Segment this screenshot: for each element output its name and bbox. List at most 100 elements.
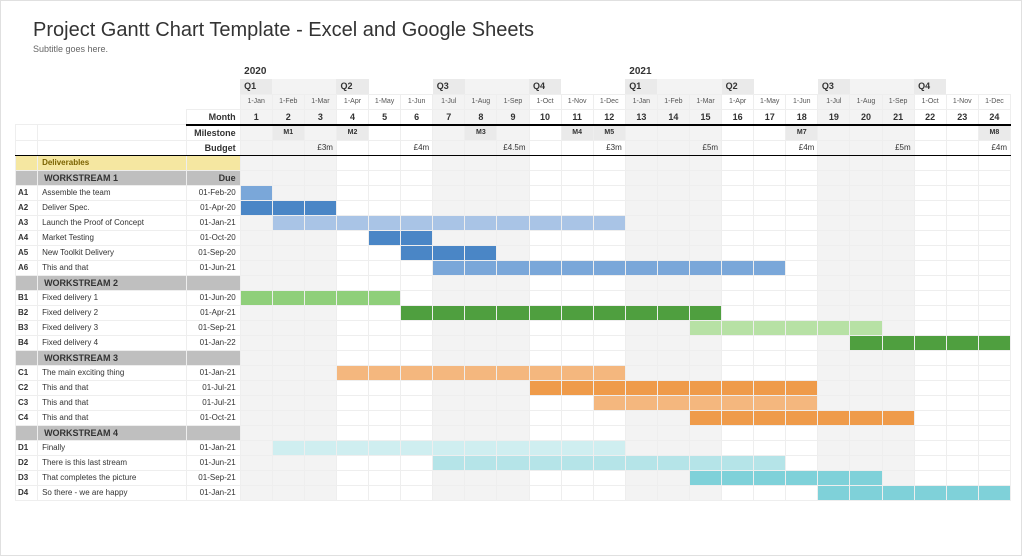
gantt-bar-A2[interactable] [272,200,304,215]
gantt-bar-C4[interactable] [786,410,818,425]
gantt-bar-A3[interactable] [401,215,433,230]
gantt-bar-B1[interactable] [336,290,368,305]
gantt-bar-C3[interactable] [689,395,721,410]
gantt-bar-B4[interactable] [850,335,882,350]
gantt-bar-A6[interactable] [657,260,689,275]
gantt-bar-A5[interactable] [401,245,433,260]
gantt-bar-C2[interactable] [657,380,689,395]
gantt-bar-D1[interactable] [497,440,529,455]
gantt-bar-C4[interactable] [722,410,754,425]
gantt-bar-B2[interactable] [465,305,497,320]
gantt-bar-A6[interactable] [561,260,593,275]
gantt-bar-A6[interactable] [593,260,625,275]
gantt-bar-D3[interactable] [786,470,818,485]
gantt-bar-B1[interactable] [240,290,272,305]
gantt-bar-C3[interactable] [657,395,689,410]
gantt-bar-C2[interactable] [786,380,818,395]
gantt-bar-A6[interactable] [625,260,657,275]
gantt-bar-C4[interactable] [689,410,721,425]
gantt-bar-A3[interactable] [369,215,401,230]
gantt-bar-C4[interactable] [818,410,850,425]
gantt-bar-D3[interactable] [818,470,850,485]
gantt-bar-C1[interactable] [336,365,368,380]
gantt-bar-D4[interactable] [914,485,946,500]
gantt-bar-D2[interactable] [722,455,754,470]
gantt-bar-C3[interactable] [754,395,786,410]
gantt-bar-D1[interactable] [561,440,593,455]
gantt-bar-B4[interactable] [914,335,946,350]
gantt-bar-C3[interactable] [593,395,625,410]
gantt-bar-D1[interactable] [433,440,465,455]
gantt-bar-B2[interactable] [401,305,433,320]
gantt-bar-A3[interactable] [529,215,561,230]
gantt-bar-D2[interactable] [593,455,625,470]
gantt-bar-D1[interactable] [465,440,497,455]
gantt-bar-C3[interactable] [786,395,818,410]
gantt-bar-D1[interactable] [593,440,625,455]
gantt-bar-D4[interactable] [946,485,978,500]
gantt-bar-D2[interactable] [657,455,689,470]
gantt-bar-A3[interactable] [593,215,625,230]
gantt-bar-C3[interactable] [625,395,657,410]
gantt-bar-A3[interactable] [433,215,465,230]
gantt-bar-B2[interactable] [625,305,657,320]
gantt-bar-C1[interactable] [529,365,561,380]
gantt-bar-D2[interactable] [497,455,529,470]
gantt-bar-B1[interactable] [304,290,336,305]
gantt-bar-C2[interactable] [722,380,754,395]
gantt-bar-B2[interactable] [689,305,721,320]
gantt-bar-D4[interactable] [978,485,1010,500]
gantt-bar-D3[interactable] [689,470,721,485]
gantt-bar-B2[interactable] [529,305,561,320]
gantt-bar-C4[interactable] [754,410,786,425]
gantt-bar-C1[interactable] [401,365,433,380]
gantt-bar-D2[interactable] [689,455,721,470]
gantt-bar-C2[interactable] [625,380,657,395]
gantt-bar-C4[interactable] [882,410,914,425]
gantt-bar-A3[interactable] [336,215,368,230]
gantt-bar-D1[interactable] [304,440,336,455]
gantt-bar-B4[interactable] [882,335,914,350]
gantt-bar-B2[interactable] [433,305,465,320]
gantt-bar-D2[interactable] [433,455,465,470]
gantt-bar-C2[interactable] [561,380,593,395]
gantt-bar-A4[interactable] [401,230,433,245]
gantt-bar-B3[interactable] [818,320,850,335]
gantt-bar-D2[interactable] [754,455,786,470]
gantt-bar-A3[interactable] [304,215,336,230]
gantt-bar-D1[interactable] [336,440,368,455]
gantt-bar-B1[interactable] [272,290,304,305]
gantt-bar-C1[interactable] [561,365,593,380]
gantt-bar-D1[interactable] [272,440,304,455]
gantt-bar-B3[interactable] [689,320,721,335]
gantt-bar-B3[interactable] [850,320,882,335]
gantt-bar-C4[interactable] [850,410,882,425]
gantt-bar-B1[interactable] [369,290,401,305]
gantt-bar-A2[interactable] [240,200,272,215]
gantt-bar-A6[interactable] [433,260,465,275]
gantt-bar-B3[interactable] [754,320,786,335]
gantt-bar-A1[interactable] [240,185,272,200]
gantt-bar-B4[interactable] [978,335,1010,350]
gantt-bar-A4[interactable] [369,230,401,245]
gantt-bar-C1[interactable] [369,365,401,380]
gantt-bar-D1[interactable] [529,440,561,455]
gantt-bar-D2[interactable] [561,455,593,470]
gantt-bar-D2[interactable] [465,455,497,470]
gantt-bar-C1[interactable] [433,365,465,380]
gantt-bar-A5[interactable] [465,245,497,260]
gantt-bar-B2[interactable] [657,305,689,320]
gantt-bar-C2[interactable] [593,380,625,395]
gantt-bar-A6[interactable] [465,260,497,275]
gantt-bar-B2[interactable] [497,305,529,320]
gantt-bar-C1[interactable] [465,365,497,380]
gantt-bar-B4[interactable] [946,335,978,350]
gantt-bar-D1[interactable] [369,440,401,455]
gantt-bar-D3[interactable] [754,470,786,485]
gantt-bar-D4[interactable] [850,485,882,500]
gantt-bar-A6[interactable] [754,260,786,275]
gantt-bar-D4[interactable] [882,485,914,500]
gantt-bar-A6[interactable] [689,260,721,275]
gantt-bar-D4[interactable] [818,485,850,500]
gantt-bar-C2[interactable] [754,380,786,395]
